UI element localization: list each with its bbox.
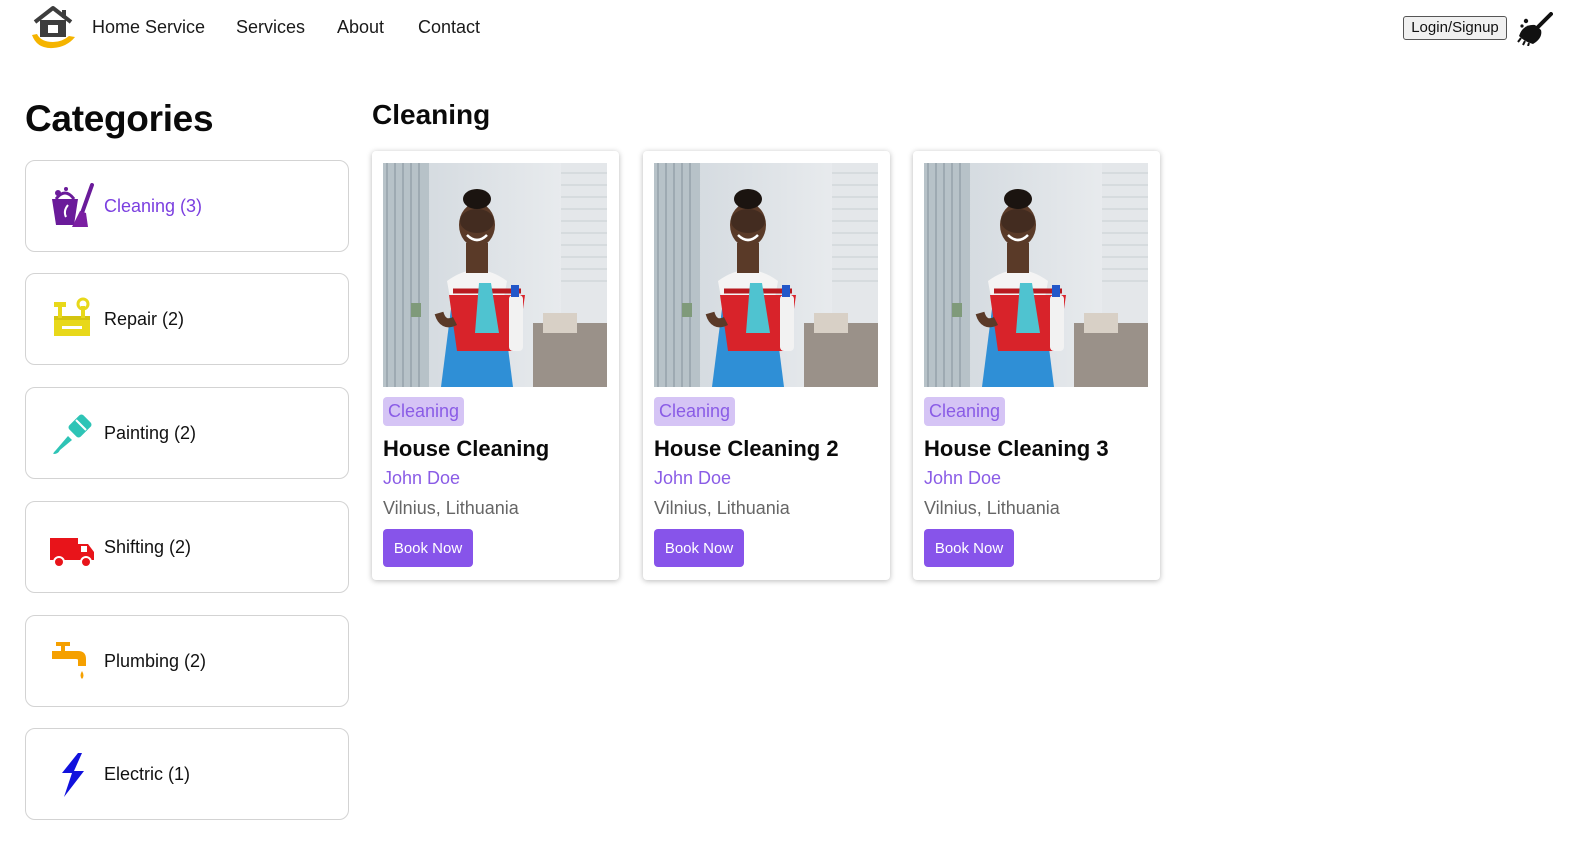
paint-brush-icon <box>53 414 92 454</box>
category-tag: Cleaning <box>654 397 736 426</box>
category-label: Plumbing (2) <box>104 651 207 671</box>
lightning-icon <box>62 753 84 797</box>
provider-name[interactable]: John Doe <box>924 468 1001 489</box>
category-tag: Cleaning <box>924 397 1006 426</box>
service-photo <box>654 163 878 387</box>
truck-icon <box>50 538 94 568</box>
section-title: Cleaning <box>372 99 491 130</box>
category-tag: Cleaning <box>383 397 465 426</box>
nav-home-service[interactable]: Home Service <box>92 16 205 38</box>
category-repair[interactable]: Repair (2) <box>25 273 349 365</box>
category-label: Cleaning (3) <box>104 196 203 216</box>
toolbox-icon <box>54 297 90 336</box>
book-now-button[interactable]: Book Now <box>654 529 744 567</box>
service-title: House Cleaning <box>383 436 550 461</box>
nav-about[interactable]: About <box>337 16 384 38</box>
service-photo <box>924 163 1148 387</box>
faucet-icon <box>52 642 86 679</box>
category-shifting[interactable]: Shifting (2) <box>25 501 349 593</box>
category-label: Painting (2) <box>104 423 197 443</box>
category-label: Shifting (2) <box>104 537 192 557</box>
service-card[interactable]: Cleaning House Cleaning 2 John Doe Vilni… <box>643 151 890 580</box>
cleaning-bucket-icon <box>52 183 94 227</box>
nav-contact[interactable]: Contact <box>418 16 480 38</box>
category-plumbing[interactable]: Plumbing (2) <box>25 615 349 707</box>
category-label: Electric (1) <box>104 764 191 784</box>
service-photo <box>383 163 607 387</box>
top-navbar: Home Service Services About Contact Logi… <box>0 0 1577 56</box>
category-label: Repair (2) <box>104 309 185 329</box>
nav-services[interactable]: Services <box>236 16 305 38</box>
house-hand-logo-icon[interactable] <box>29 5 77 51</box>
category-cleaning[interactable]: Cleaning (3) <box>25 160 349 252</box>
service-card[interactable]: Cleaning House Cleaning 3 John Doe Vilni… <box>913 151 1160 580</box>
login-signup-button[interactable]: Login/Signup <box>1403 16 1507 40</box>
category-electric[interactable]: Electric (1) <box>25 728 349 820</box>
book-now-button[interactable]: Book Now <box>383 529 473 567</box>
service-location: Vilnius, Lithuania <box>924 498 1060 518</box>
broom-icon[interactable] <box>1517 12 1553 46</box>
service-location: Vilnius, Lithuania <box>654 498 790 518</box>
service-title: House Cleaning 3 <box>924 436 1109 461</box>
category-painting[interactable]: Painting (2) <box>25 387 349 479</box>
service-location: Vilnius, Lithuania <box>383 498 519 518</box>
service-card[interactable]: Cleaning House Cleaning John Doe Vilnius… <box>372 151 619 580</box>
book-now-button[interactable]: Book Now <box>924 529 1014 567</box>
categories-heading: Categories <box>25 98 214 139</box>
provider-name[interactable]: John Doe <box>383 468 460 489</box>
provider-name[interactable]: John Doe <box>654 468 731 489</box>
service-title: House Cleaning 2 <box>654 436 839 461</box>
